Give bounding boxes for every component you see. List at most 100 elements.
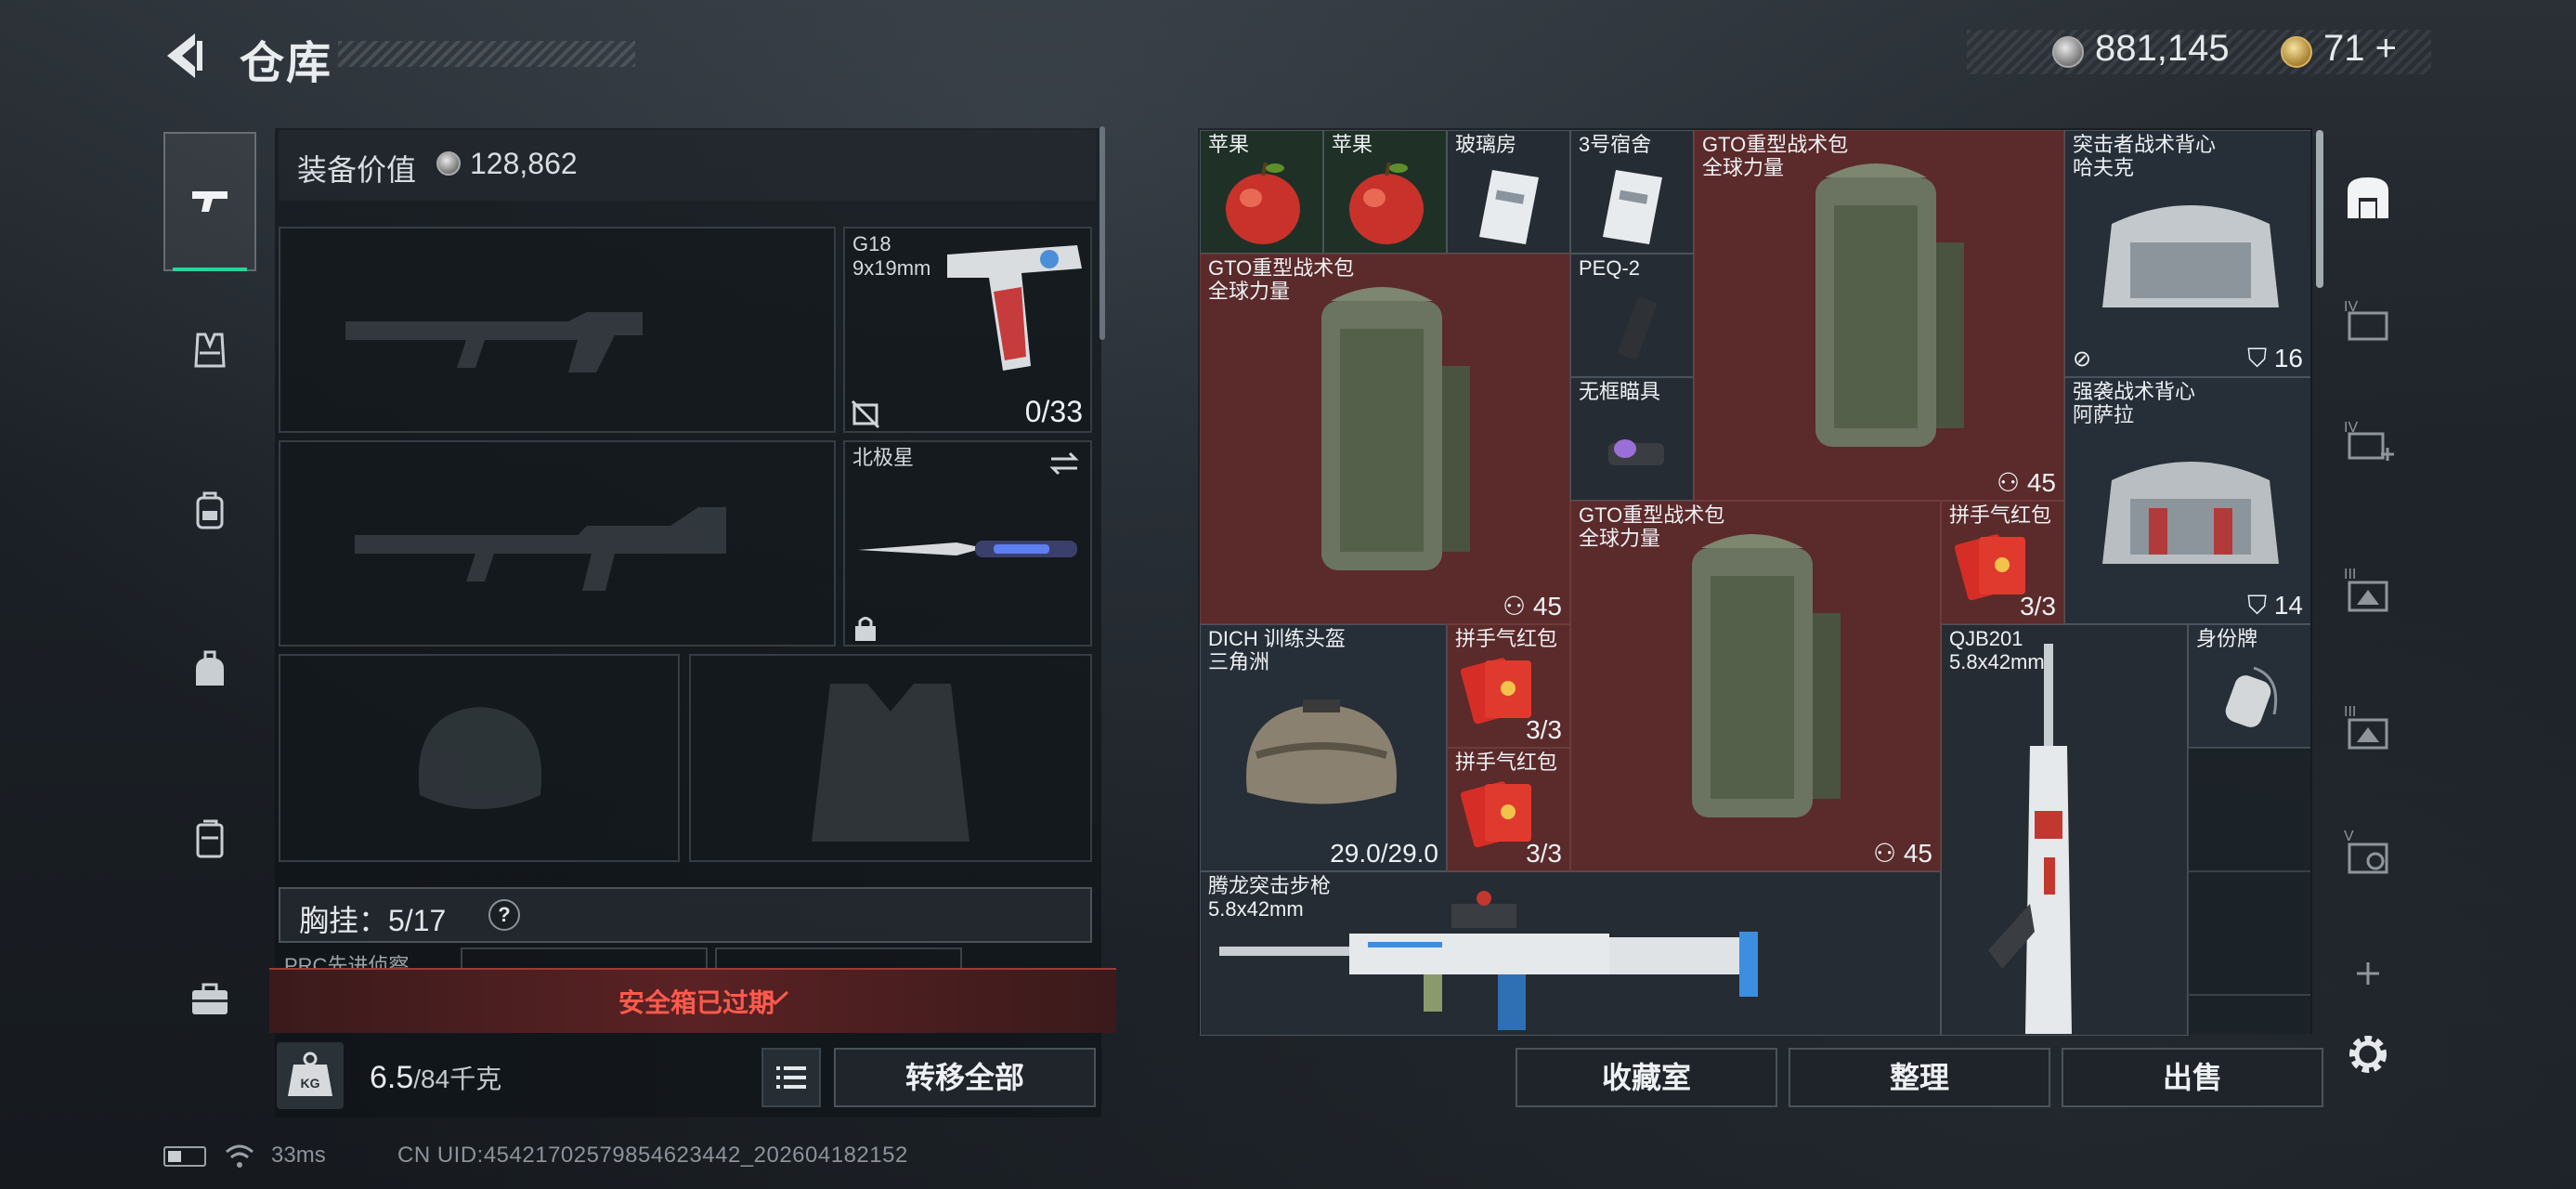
- list-view-button[interactable]: [761, 1048, 821, 1107]
- loadout-sidebar: [163, 119, 256, 1048]
- vest-icon: [2102, 205, 2279, 307]
- chest-rig-capacity: 胸挂：5/17: [299, 904, 447, 937]
- sidebar-item-case[interactable]: [163, 769, 256, 908]
- tab-case-v[interactable]: V: [2331, 801, 2405, 903]
- stash-item-gto-backpack[interactable]: GTO重型战术包 全球力量 ⚇ 45: [1570, 501, 1941, 871]
- stash-item-qjb201[interactable]: QJB201 5.8x42mm: [1941, 624, 2188, 1036]
- keycard-icon: [1479, 170, 1539, 244]
- stash-item-sight[interactable]: 无框瞄具: [1570, 377, 1694, 501]
- list-icon: [776, 1066, 806, 1089]
- stash-item-rifle[interactable]: 腾龙突击步枪 5.8x42mm: [1200, 871, 1941, 1036]
- backpack-icon: [1692, 534, 1841, 817]
- collection-room-button[interactable]: 收藏室: [1516, 1048, 1777, 1107]
- melee-name: 北极星: [852, 446, 915, 469]
- help-icon[interactable]: ?: [488, 899, 520, 931]
- grid-cell[interactable]: [2188, 995, 2310, 1036]
- case-iv-icon: IV: [2344, 299, 2388, 341]
- sidebar-item-weapons[interactable]: [163, 132, 256, 271]
- add-token-icon[interactable]: +: [2375, 28, 2397, 69]
- vest-icon: [194, 333, 226, 368]
- carry-weight: 6.5/84千克: [370, 1060, 502, 1095]
- tab-case-iii[interactable]: III: [2331, 539, 2405, 641]
- stash-grid: 苹果 苹果 玻璃房 3号宿舍 GTO重型战术包 全球力量 ⚇ 45 突击者战术背心…: [1200, 130, 2310, 1036]
- stash-item-red-packet[interactable]: 拼手气红包 3/3: [1447, 748, 1570, 871]
- tab-case-v-label: V: [2344, 829, 2354, 844]
- apple-icon: [1349, 162, 1424, 244]
- armor-slot[interactable]: [689, 654, 1092, 862]
- lock-icon: [855, 617, 876, 641]
- sidebar-item-backpack[interactable]: [163, 440, 256, 580]
- stash-scrollbar[interactable]: [2316, 130, 2323, 288]
- secondary-weapon-slot[interactable]: [279, 440, 836, 647]
- stash-item-keycard[interactable]: 玻璃房: [1447, 130, 1570, 254]
- stash-item-gto-backpack[interactable]: GTO重型战术包 全球力量 ⚇ 45: [1694, 130, 2064, 501]
- user-uid: CN UID:4542170257985462344​2_20260418215…: [397, 1143, 908, 1168]
- token-icon: [2281, 36, 2312, 68]
- sort-button[interactable]: 整理: [1789, 1048, 2050, 1107]
- stash-item-gto-backpack[interactable]: GTO重型战术包 全球力量 ⚇ 45: [1200, 254, 1570, 624]
- token-amount[interactable]: 71 +: [2323, 28, 2397, 70]
- no-insure-icon: [851, 399, 880, 429]
- rifle-silhouette-icon: [355, 507, 726, 591]
- swap-icon[interactable]: [1047, 450, 1081, 477]
- backpack-icon: [196, 491, 224, 529]
- battery-icon: [163, 1146, 206, 1167]
- tab-case-iii-label: III: [2344, 567, 2356, 582]
- sidebar-item-pouch[interactable]: [163, 600, 256, 739]
- sidebar-item-safebox[interactable]: [163, 929, 256, 1068]
- safebox-status: 安全箱已过期: [618, 988, 774, 1017]
- settings-button[interactable]: [2331, 1013, 2405, 1096]
- grid-cell[interactable]: [2188, 871, 2310, 995]
- case-v-icon: V: [2344, 829, 2388, 874]
- back-arrow-icon[interactable]: [158, 28, 214, 84]
- coin-icon: [2052, 36, 2084, 68]
- loadout-scrollbar[interactable]: [1099, 126, 1105, 340]
- case-icon: [196, 819, 224, 858]
- equip-value: 128,862: [470, 147, 578, 180]
- case-iii-b-icon: III: [2344, 704, 2388, 750]
- stash-item-peq2[interactable]: PEQ-2: [1570, 254, 1694, 377]
- tab-add-space[interactable]: [2331, 946, 2405, 1001]
- chevron-down-icon[interactable]: [760, 986, 791, 1009]
- weight-icon: KG: [277, 1042, 344, 1109]
- money-amount: 881,145: [2095, 28, 2230, 69]
- stash-item-dogtag[interactable]: 身份牌: [2188, 624, 2310, 748]
- tab-case-iii-b[interactable]: III: [2331, 676, 2405, 778]
- pistol-name: G18 9x19mm: [852, 232, 931, 280]
- ping-value: 33ms: [271, 1143, 326, 1168]
- sight-icon: [1608, 439, 1664, 465]
- stash-item-red-packet[interactable]: 拼手气红包 3/3: [1447, 624, 1570, 748]
- melee-slot[interactable]: 北极星: [843, 440, 1092, 647]
- stash-item-vest[interactable]: 突击者战术背心 哈夫克 ⊘ ⛉ 16: [2064, 130, 2310, 377]
- stash-item-helmet[interactable]: DICH 训练头盔 三角洲 29.0/29.0: [1200, 624, 1447, 871]
- gear-icon: [2349, 1036, 2387, 1073]
- sell-button[interactable]: 出售: [2062, 1048, 2323, 1107]
- pistol-slot[interactable]: G18 9x19mm 0/33: [843, 227, 1092, 433]
- tab-case-iv-add[interactable]: IV: [2331, 388, 2405, 490]
- helmet-icon: [1246, 699, 1397, 804]
- armor-silhouette-icon: [812, 684, 969, 842]
- laser-module-icon: [1618, 296, 1657, 360]
- transfer-all-button[interactable]: 转移全部: [834, 1048, 1096, 1107]
- stash-item-keycard[interactable]: 3号宿舍: [1570, 130, 1694, 254]
- tab-case-iii-b-label: III: [2344, 704, 2356, 720]
- grid-cell[interactable]: [2188, 748, 2310, 871]
- coin-icon: [436, 151, 461, 176]
- sidebar-item-chest-rig[interactable]: [163, 281, 256, 420]
- vest-icon: [2102, 462, 2279, 564]
- page-title: 仓库: [240, 39, 333, 88]
- stash-item-apple[interactable]: 苹果: [1323, 130, 1447, 254]
- tab-all-stash[interactable]: [2331, 147, 2405, 249]
- case-iii-icon: III: [2344, 567, 2388, 612]
- case-iv-add-icon: IV: [2344, 420, 2394, 461]
- primary-weapon-slot[interactable]: [279, 227, 836, 433]
- stash-item-red-packet[interactable]: 拼手气红包 3/3: [1941, 501, 2064, 624]
- keycard-icon: [1603, 170, 1662, 244]
- stash-item-apple[interactable]: 苹果: [1200, 130, 1323, 254]
- helmet-slot[interactable]: [279, 654, 680, 862]
- tab-case-iv[interactable]: IV: [2331, 268, 2405, 370]
- rifle-silhouette-icon: [345, 312, 643, 372]
- apple-icon: [1226, 162, 1300, 244]
- home-icon: [2348, 177, 2388, 218]
- stash-item-vest[interactable]: 强袭战术背心 阿萨拉 ⛉ 14: [2064, 377, 2310, 624]
